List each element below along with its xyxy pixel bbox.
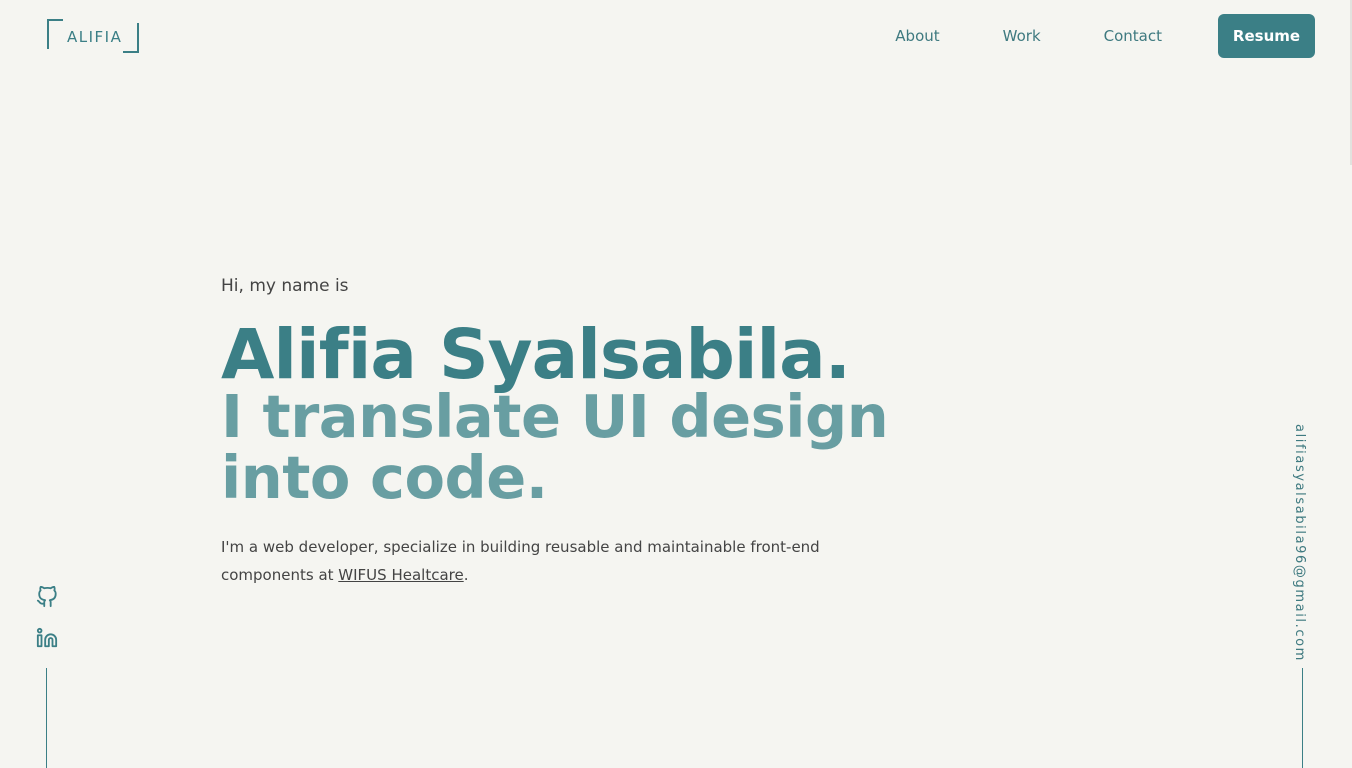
resume-button[interactable]: Resume	[1218, 14, 1315, 58]
nav-work-link[interactable]: Work	[1003, 27, 1041, 45]
logo-bracket-bottom-right	[123, 23, 139, 53]
left-divider-line	[46, 668, 47, 768]
social-links	[36, 585, 58, 668]
hero-greeting: Hi, my name is	[221, 276, 349, 296]
bio-period: .	[463, 566, 469, 584]
bio-text: I'm a web developer, specialize in build…	[221, 538, 820, 584]
logo[interactable]: ALIFIA	[47, 19, 139, 53]
hero-bio: I'm a web developer, specialize in build…	[221, 533, 821, 589]
logo-bracket-top-left	[47, 19, 63, 49]
nav-about-link[interactable]: About	[895, 27, 939, 45]
main-nav: About Work Contact Resume	[895, 14, 1315, 58]
hero-section: Hi, my name is Alifia Syalsabila. I tran…	[221, 276, 1021, 589]
email-link[interactable]: alifiasyalsabila96@gmail.com	[1292, 424, 1307, 662]
hero-tagline: I translate UI design into code.	[221, 382, 889, 512]
company-link[interactable]: WIFUS Healtcare	[338, 566, 463, 584]
hero-name: Alifia Syalsabila.	[221, 315, 851, 395]
linkedin-icon[interactable]	[36, 627, 58, 649]
logo-text: ALIFIA	[67, 28, 123, 46]
nav-contact-link[interactable]: Contact	[1104, 27, 1162, 45]
page: ALIFIA About Work Contact Resume Hi, my …	[0, 0, 1352, 768]
github-icon[interactable]	[36, 585, 58, 608]
right-divider-line	[1302, 668, 1303, 768]
